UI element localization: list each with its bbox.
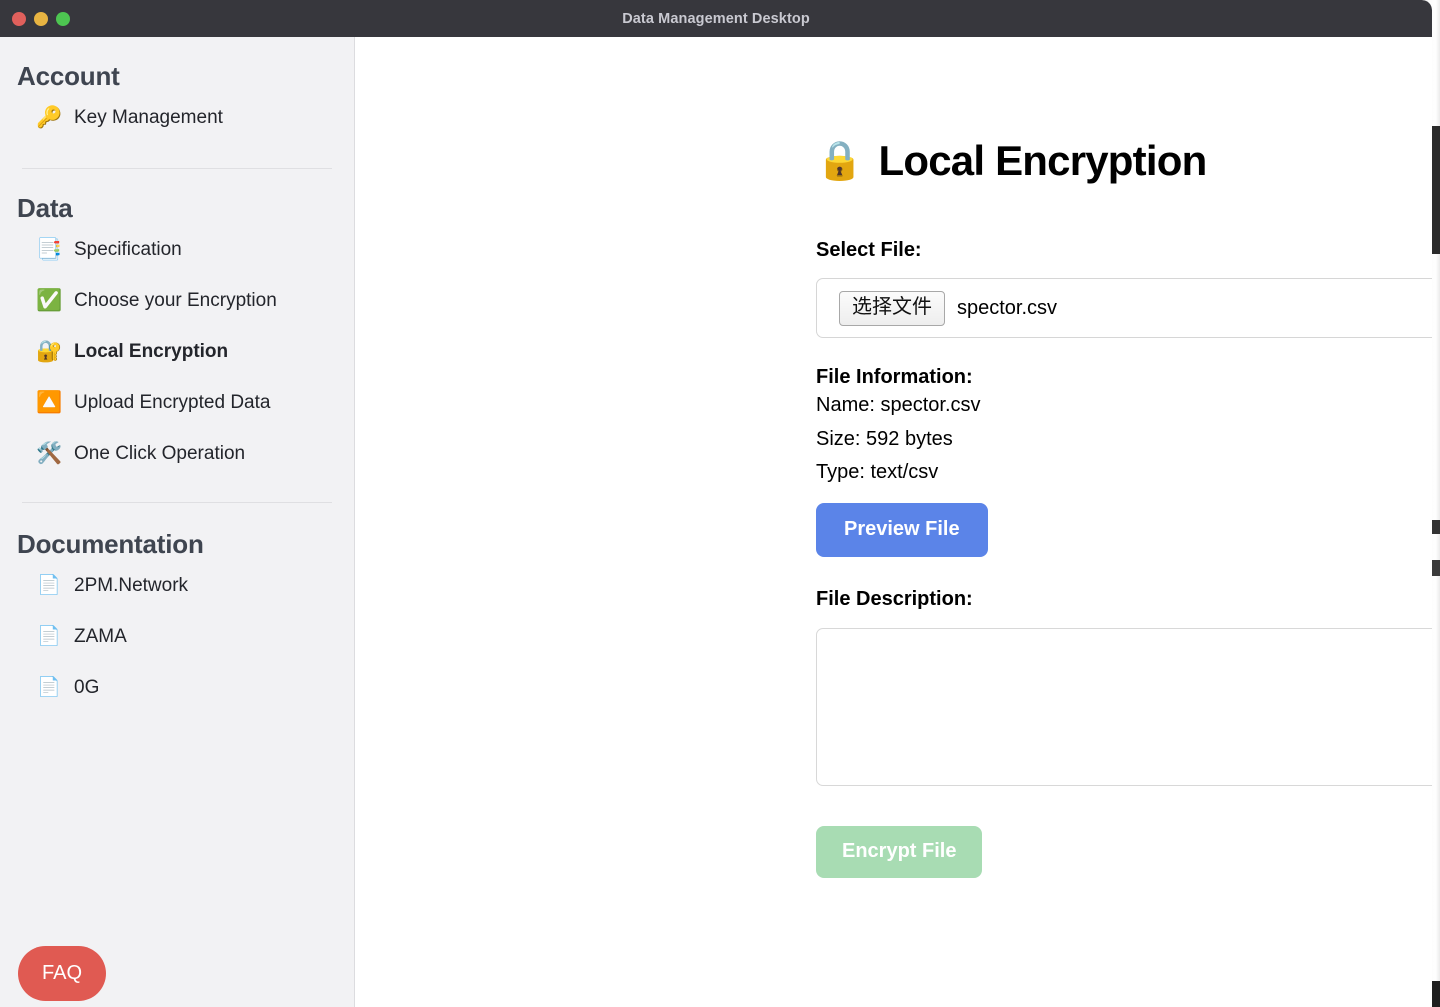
select-file-label: Select File: xyxy=(816,239,922,261)
key-icon: 🔑 xyxy=(36,106,63,129)
check-mark-icon: ✅ xyxy=(36,289,63,312)
sidebar: Account 🔑 Key Management Data 📑 Specific… xyxy=(0,37,355,1007)
sidebar-item-specification[interactable]: 📑 Specification xyxy=(0,224,354,275)
sidebar-item-choose-your-encryption[interactable]: ✅ Choose your Encryption xyxy=(0,275,354,326)
maximize-button[interactable] xyxy=(56,11,70,26)
sidebar-item-upload-encrypted-data[interactable]: 🔼 Upload Encrypted Data xyxy=(0,377,354,428)
sidebar-item-local-encryption[interactable]: 🔐 Local Encryption xyxy=(0,326,354,377)
title-bar[interactable]: Data Management Desktop xyxy=(0,0,1432,37)
page-title: 🔒 Local Encryption xyxy=(355,37,1432,182)
sidebar-item-zama[interactable]: 📄 ZAMA xyxy=(0,611,354,662)
selected-file-name: spector.csv xyxy=(957,296,1058,319)
sidebar-item-label: Upload Encrypted Data xyxy=(74,391,271,413)
close-button[interactable] xyxy=(12,11,26,26)
sidebar-section-title-account: Account xyxy=(17,61,120,91)
file-information-label: File Information: xyxy=(816,366,973,388)
sidebar-item-label: Key Management xyxy=(74,106,223,128)
sidebar-item-label: Choose your Encryption xyxy=(74,289,277,311)
sidebar-item-label: Specification xyxy=(74,238,182,260)
file-type-line: Type: text/csv xyxy=(816,461,939,483)
sidebar-item-label: 0G xyxy=(74,676,100,698)
hammer-and-wrench-icon: 🛠️ xyxy=(36,442,63,465)
page-title-text: Local Encryption xyxy=(878,137,1208,184)
file-description-label: File Description: xyxy=(816,587,973,610)
sidebar-list-data: 📑 Specification ✅ Choose your Encryption… xyxy=(0,224,354,479)
file-description-input[interactable] xyxy=(816,627,1432,786)
sidebar-item-label: Local Encryption xyxy=(74,340,229,362)
locked-with-key-icon: 🔐 xyxy=(36,340,63,363)
main-content: 🔒 Local Encryption Select File: 选择文件 spe… xyxy=(355,37,1432,1007)
window-body: Account 🔑 Key Management Data 📑 Specific… xyxy=(0,37,1432,1007)
sidebar-list-account: 🔑 Key Management xyxy=(0,92,354,143)
sidebar-item-2pm-network[interactable]: 📄 2PM.Network xyxy=(0,560,354,611)
main-window: Data Management Desktop Account 🔑 Key Ma… xyxy=(0,0,1432,1007)
sidebar-section-title-documentation: Documentation xyxy=(17,529,204,559)
preview-file-button[interactable]: Preview File xyxy=(816,502,988,557)
upload-icon: 🔼 xyxy=(36,391,63,414)
sidebar-list-documentation: 📄 2PM.Network 📄 ZAMA 📄 0G xyxy=(0,560,354,713)
window-controls xyxy=(0,11,70,26)
document-icon: 📄 xyxy=(37,575,61,596)
document-icon: 📄 xyxy=(37,626,61,647)
sidebar-section-title-data: Data xyxy=(17,193,73,223)
app-root: Data Management Desktop Account 🔑 Key Ma… xyxy=(0,0,1440,1007)
file-name-line: Name: spector.csv xyxy=(816,394,981,416)
document-icon: 📄 xyxy=(37,677,61,698)
sidebar-item-label: One Click Operation xyxy=(74,442,246,464)
page-icon: 📑 xyxy=(36,238,63,261)
sidebar-item-label: 2PM.Network xyxy=(74,574,189,596)
file-picker[interactable]: 选择文件 spector.csv xyxy=(816,278,1432,338)
sidebar-item-one-click-operation[interactable]: 🛠️ One Click Operation xyxy=(0,428,354,479)
window-title: Data Management Desktop xyxy=(622,10,810,27)
sidebar-item-key-management[interactable]: 🔑 Key Management xyxy=(0,92,354,143)
file-size-line: Size: 592 bytes xyxy=(816,427,953,450)
minimize-button[interactable] xyxy=(34,11,48,26)
file-information-block: File Information: Name: spector.csv Size… xyxy=(355,338,1432,490)
lock-icon: 🔒 xyxy=(816,140,863,182)
sidebar-item-label: ZAMA xyxy=(74,625,127,647)
choose-file-button[interactable]: 选择文件 xyxy=(839,290,945,326)
encrypt-file-button[interactable]: Encrypt File xyxy=(816,825,983,878)
faq-button[interactable]: FAQ xyxy=(18,946,106,1001)
sidebar-item-0g[interactable]: 📄 0G xyxy=(0,662,354,713)
